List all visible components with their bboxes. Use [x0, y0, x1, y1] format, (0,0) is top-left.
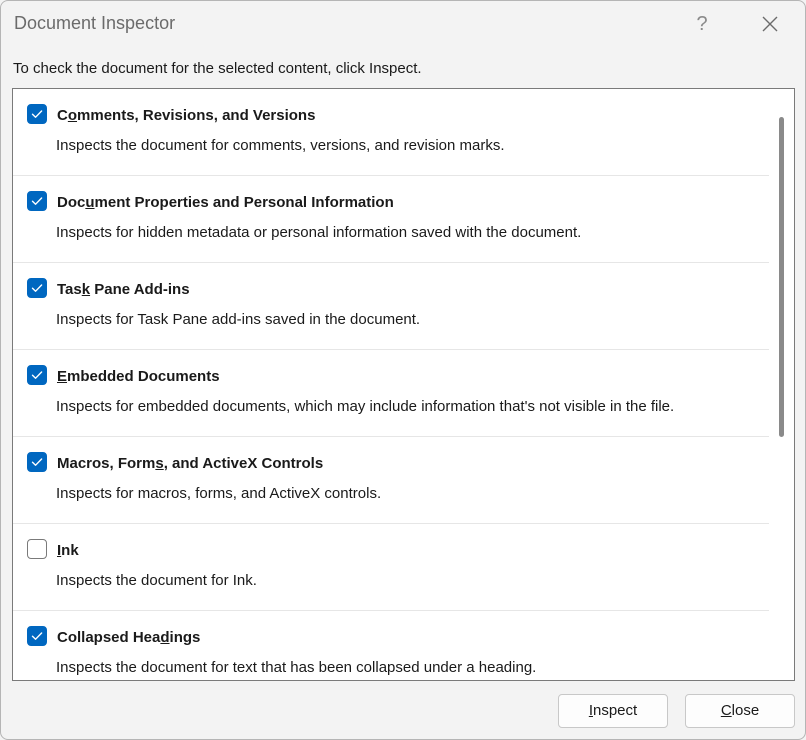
scrollbar-thumb[interactable]: [779, 117, 784, 437]
item-title: Collapsed Headings: [57, 629, 200, 646]
list-item-comments[interactable]: Comments, Revisions, and Versions Inspec…: [13, 89, 769, 176]
inspection-list: Comments, Revisions, and Versions Inspec…: [12, 88, 795, 681]
close-window-button[interactable]: [753, 7, 787, 41]
list-item-collapsed-headings[interactable]: Collapsed Headings Inspects the document…: [13, 611, 769, 680]
checkbox-comments[interactable]: [27, 104, 47, 124]
inspect-button[interactable]: Inspect: [558, 694, 668, 728]
title-bar: Document Inspector ?: [1, 1, 805, 47]
item-title: Document Properties and Personal Informa…: [57, 194, 394, 211]
title-text: Pane Add-ins: [90, 281, 190, 298]
button-label: lose: [731, 702, 760, 719]
access-key: k: [81, 281, 91, 298]
item-description: Inspects the document for Ink.: [56, 572, 257, 589]
title-text: nk: [61, 542, 79, 559]
title-text: C: [57, 107, 68, 124]
vertical-scrollbar[interactable]: [770, 89, 794, 680]
close-icon: [762, 16, 778, 32]
title-text: ings: [169, 629, 201, 646]
list-item-ink[interactable]: Ink Inspects the document for Ink.: [13, 524, 769, 611]
item-description: Inspects for hidden metadata or personal…: [56, 224, 582, 241]
item-description: Inspects for Task Pane add-ins saved in …: [56, 311, 421, 328]
title-text: mments, Revisions, and Versions: [77, 107, 316, 124]
access-key: E: [57, 368, 68, 385]
access-key: C: [720, 702, 732, 719]
checkbox-macros-forms-activex[interactable]: [27, 452, 47, 472]
checkbox-task-pane-addins[interactable]: [27, 278, 47, 298]
close-button[interactable]: Close: [685, 694, 795, 728]
list-item-document-properties[interactable]: Document Properties and Personal Informa…: [13, 176, 769, 263]
checkmark-icon: [31, 284, 43, 292]
checkmark-icon: [31, 110, 43, 118]
title-text: Macros, Form: [57, 455, 156, 472]
access-key: o: [67, 107, 78, 124]
checkbox-ink[interactable]: [27, 539, 47, 559]
checkbox-embedded-documents[interactable]: [27, 365, 47, 385]
instruction-text: To check the document for the selected c…: [13, 60, 422, 77]
list-item-task-pane-addins[interactable]: Task Pane Add-ins Inspects for Task Pane…: [13, 263, 769, 350]
access-key: d: [160, 629, 170, 646]
checkbox-document-properties[interactable]: [27, 191, 47, 211]
item-title: Comments, Revisions, and Versions: [57, 107, 315, 124]
item-title: Task Pane Add-ins: [57, 281, 190, 298]
list-item-embedded-documents[interactable]: Embedded Documents Inspects for embedded…: [13, 350, 769, 437]
dialog-title: Document Inspector: [14, 13, 176, 33]
item-description: Inspects for embedded documents, which m…: [56, 398, 675, 415]
access-key: u: [85, 194, 95, 211]
document-inspector-dialog: Document Inspector ? To check the docume…: [0, 0, 806, 740]
title-text: Tas: [57, 281, 82, 298]
list-item-macros-forms-activex[interactable]: Macros, Forms, and ActiveX Controls Insp…: [13, 437, 769, 524]
help-button[interactable]: ?: [685, 7, 719, 41]
title-text: , and ActiveX Controls: [163, 455, 324, 472]
title-text: mbedded Documents: [67, 368, 220, 385]
item-description: Inspects for macros, forms, and ActiveX …: [56, 485, 382, 502]
item-description: Inspects the document for comments, vers…: [56, 137, 505, 154]
checkmark-icon: [31, 458, 43, 466]
title-text: ment Properties and Personal Information: [94, 194, 394, 211]
title-text: Collapsed Hea: [57, 629, 161, 646]
item-title: Embedded Documents: [57, 368, 220, 385]
button-label: nspect: [592, 702, 638, 719]
item-description: Inspects the document for text that has …: [56, 659, 537, 676]
checkmark-icon: [31, 371, 43, 379]
checkbox-collapsed-headings[interactable]: [27, 626, 47, 646]
help-icon: ?: [696, 13, 708, 35]
title-text: Doc: [57, 194, 86, 211]
item-title: Macros, Forms, and ActiveX Controls: [57, 455, 323, 472]
access-key: s: [155, 455, 164, 472]
item-title: Ink: [57, 542, 79, 559]
checkmark-icon: [31, 632, 43, 640]
checkmark-icon: [31, 197, 43, 205]
